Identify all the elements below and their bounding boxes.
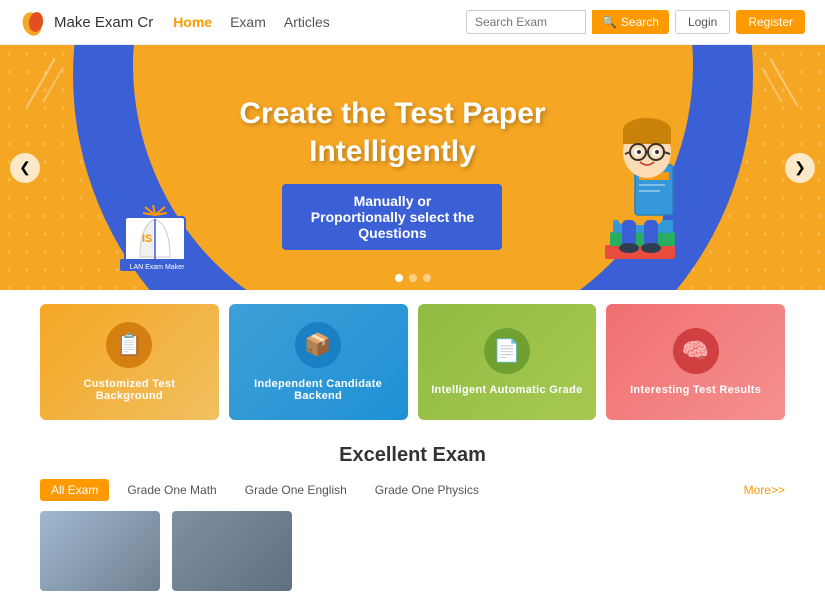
- grade-icon-circle: 📄: [484, 328, 530, 374]
- logo-text: Make Exam Cr: [54, 14, 153, 31]
- hero-next-button[interactable]: ❯: [785, 153, 815, 183]
- tab-grade-english[interactable]: Grade One English: [235, 480, 357, 500]
- candidate-label: Independent Candidate Backend: [239, 378, 398, 402]
- hero-dot-2[interactable]: [409, 274, 417, 282]
- tab-all-exam[interactable]: All Exam: [40, 479, 109, 501]
- hero-dot-3[interactable]: [423, 274, 431, 282]
- exam-card-1[interactable]: [40, 511, 160, 591]
- svg-text:LAN Exam Maker: LAN Exam Maker: [130, 264, 186, 271]
- feature-candidate[interactable]: 📦 Independent Candidate Backend: [229, 304, 408, 420]
- login-button[interactable]: Login: [675, 10, 730, 34]
- logo-area: Make Exam Cr: [20, 8, 153, 36]
- excellent-section: Excellent Exam All Exam Grade One Math G…: [0, 434, 825, 601]
- exam-card-2[interactable]: [172, 511, 292, 591]
- hero-title: Create the Test Paper Intelligently: [239, 95, 545, 170]
- register-button[interactable]: Register: [736, 10, 805, 34]
- nav-links: Home Exam Articles: [173, 14, 466, 30]
- search-icon: 🔍: [602, 15, 617, 29]
- feature-results[interactable]: 🧠 Interesting Test Results: [606, 304, 785, 420]
- nav-right: 🔍 Search Login Register: [466, 10, 805, 34]
- hero-subtitle: Manually or Proportionally select the Qu…: [282, 184, 502, 250]
- results-label: Interesting Test Results: [630, 384, 761, 396]
- grade-label: Intelligent Automatic Grade: [431, 384, 582, 396]
- nav-exam[interactable]: Exam: [230, 14, 266, 30]
- candidate-icon-circle: 📦: [295, 322, 341, 368]
- tab-grade-math[interactable]: Grade One Math: [117, 480, 226, 500]
- nav-home[interactable]: Home: [173, 14, 212, 30]
- features-section: 📋 Customized Test Background 📦 Independe…: [0, 290, 825, 434]
- tab-grade-physics[interactable]: Grade One Physics: [365, 480, 489, 500]
- hero-book-illustration: IS LAN Exam Maker: [115, 197, 200, 272]
- hero-banner: IS LAN Exam Maker: [0, 45, 825, 290]
- exam-tabs-bar: All Exam Grade One Math Grade One Englis…: [40, 479, 785, 501]
- customized-label: Customized Test Background: [50, 378, 209, 402]
- hero-prev-button[interactable]: ❮: [10, 153, 40, 183]
- exam-cards: [40, 511, 785, 591]
- svg-text:IS: IS: [142, 233, 152, 245]
- nav-articles[interactable]: Articles: [284, 14, 330, 30]
- navbar: Make Exam Cr Home Exam Articles 🔍 Search…: [0, 0, 825, 45]
- feature-grade[interactable]: 📄 Intelligent Automatic Grade: [418, 304, 597, 420]
- feature-customized[interactable]: 📋 Customized Test Background: [40, 304, 219, 420]
- search-button[interactable]: 🔍 Search: [592, 10, 669, 34]
- excellent-title: Excellent Exam: [40, 444, 785, 467]
- customized-icon-circle: 📋: [106, 322, 152, 368]
- hero-content: Create the Test Paper Intelligently Manu…: [239, 95, 545, 250]
- hero-pagination: [395, 274, 431, 282]
- hero-character: [575, 80, 705, 290]
- more-link[interactable]: More>>: [744, 483, 785, 497]
- logo-icon: [20, 8, 48, 36]
- results-icon-circle: 🧠: [673, 328, 719, 374]
- hero-dot-1[interactable]: [395, 274, 403, 282]
- search-input[interactable]: [466, 10, 586, 34]
